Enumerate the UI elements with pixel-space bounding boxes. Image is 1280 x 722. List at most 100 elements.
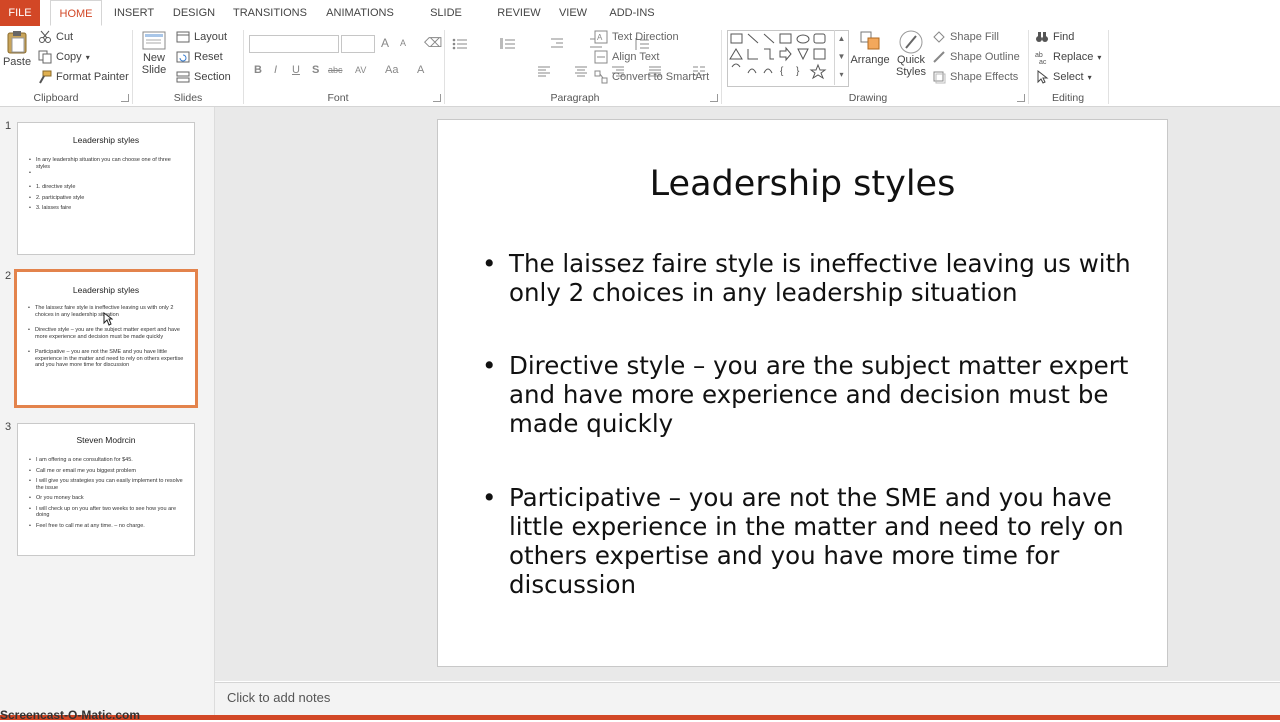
bullet-dot-icon: •	[482, 351, 497, 380]
gallery-scroll[interactable]: ▲ ▼ ▾	[834, 30, 848, 85]
slide-title[interactable]: Leadership styles	[438, 164, 1167, 204]
tab-file[interactable]: FILE	[0, 0, 40, 26]
slide-bullet[interactable]: • Participative – you are not the SME an…	[482, 483, 1149, 599]
copy-icon	[38, 50, 52, 64]
align-left-icon[interactable]	[537, 64, 551, 78]
slide-thumbnail-3[interactable]: Steven Modrcin I am offering a one consu…	[17, 423, 195, 556]
new-slide-button[interactable]: New Slide	[139, 30, 169, 76]
thumbnail-bullet: I am offering a one consultation for $45…	[29, 457, 186, 464]
shape-effects-label: Shape Effects	[950, 71, 1019, 83]
smartart-icon	[594, 70, 608, 84]
tab-home[interactable]: HOME	[50, 0, 102, 26]
format-painter-button[interactable]: Format Painter	[38, 70, 129, 84]
slide-bullet[interactable]: • Directive style – you are the subject …	[482, 351, 1149, 438]
decrease-indent-icon[interactable]	[550, 37, 564, 51]
mouse-cursor-icon	[103, 312, 114, 329]
text-direction-button[interactable]: A Text Direction	[594, 30, 679, 44]
layout-label: Layout	[194, 31, 228, 43]
section-button[interactable]: Section	[176, 70, 231, 84]
character-spacing-button[interactable]: AV	[355, 65, 366, 75]
notes-pane[interactable]: Click to add notes	[215, 682, 1280, 716]
align-text-button[interactable]: Align Text	[594, 50, 660, 64]
tab-slide-show[interactable]: SLIDE SHOW	[412, 0, 480, 45]
paragraph-launcher-icon[interactable]	[710, 94, 718, 102]
clipboard-launcher-icon[interactable]	[121, 94, 129, 102]
text-direction-icon: A	[594, 30, 608, 44]
shapes-gallery[interactable]: {}	[727, 30, 849, 87]
svg-text:}: }	[796, 66, 800, 77]
notes-placeholder[interactable]: Click to add notes	[227, 690, 330, 705]
bold-button[interactable]: B	[254, 64, 262, 76]
svg-text:A: A	[597, 33, 603, 42]
convert-smartart-label: Convert to SmartArt	[612, 71, 710, 83]
shape-effects-button[interactable]: Shape Effects	[932, 70, 1018, 84]
replace-button[interactable]: ab ac Replace ▾	[1035, 50, 1101, 66]
slide-thumbnails-pane[interactable]: 1 Leadership styles In any leadership si…	[0, 107, 215, 715]
new-slide-label-2: Slide	[141, 64, 167, 76]
slide-thumbnail-1[interactable]: Leadership styles In any leadership situ…	[17, 122, 195, 255]
current-slide[interactable]: Leadership styles • The laissez faire st…	[437, 119, 1168, 667]
paste-button[interactable]: Paste	[3, 30, 31, 68]
change-case-button[interactable]: Aa	[385, 64, 398, 76]
bullet-dot-icon: •	[482, 483, 497, 512]
thumbnail-bullet: I will give you strategies you can easil…	[29, 478, 186, 491]
status-bar	[0, 715, 1280, 720]
italic-button[interactable]: I	[274, 64, 277, 76]
thumbnail-bullet: Participative – you are not the SME and …	[28, 349, 187, 369]
select-button[interactable]: Select ▾	[1035, 69, 1092, 84]
tab-view[interactable]: VIEW	[556, 0, 590, 26]
thumbnail-bullet: Or you money back	[29, 495, 186, 502]
dropdown-arrow-icon: ▾	[1087, 72, 1092, 82]
quick-styles-button[interactable]: Quick Styles	[893, 30, 929, 78]
reset-button[interactable]: Reset	[176, 50, 223, 64]
cut-button[interactable]: Cut	[38, 30, 73, 44]
arrange-label: Arrange	[850, 54, 890, 66]
shrink-font-icon[interactable]: A	[400, 38, 406, 48]
grow-font-icon[interactable]: A	[381, 36, 389, 50]
shadow-button[interactable]: S	[312, 64, 319, 76]
svg-text:ab: ab	[1035, 52, 1043, 59]
convert-smartart-button[interactable]: Convert to SmartArt	[594, 70, 709, 84]
cut-label: Cut	[56, 31, 74, 43]
font-size-field[interactable]	[341, 35, 375, 53]
section-label: Section	[194, 71, 231, 83]
clear-formatting-icon[interactable]: ⌫	[424, 35, 442, 51]
align-center-icon[interactable]	[574, 64, 588, 78]
pencil-icon	[932, 50, 946, 64]
replace-icon: ab ac	[1035, 50, 1049, 66]
thumbnail-bullet: 2. participative style	[29, 195, 186, 202]
font-launcher-icon[interactable]	[433, 94, 441, 102]
numbering-icon[interactable]	[500, 37, 516, 51]
tab-design[interactable]: DESIGN	[170, 0, 218, 26]
strikethrough-button[interactable]: abc	[328, 65, 343, 75]
arrange-button[interactable]: Arrange	[850, 30, 890, 66]
tab-review[interactable]: REVIEW	[495, 0, 543, 26]
quick-styles-icon	[898, 30, 924, 54]
slide-bullet[interactable]: • The laissez faire style is ineffective…	[482, 249, 1149, 307]
tab-add-ins[interactable]: ADD-INS	[604, 0, 660, 26]
drawing-launcher-icon[interactable]	[1017, 94, 1025, 102]
thumbnail-bullet: In any leadership situation you can choo…	[29, 157, 186, 170]
paint-bucket-icon	[932, 30, 946, 44]
find-button[interactable]: Find	[1035, 30, 1074, 44]
copy-button[interactable]: Copy ▾	[38, 50, 90, 64]
tab-animations[interactable]: ANIMATIONS	[322, 0, 398, 26]
layout-button[interactable]: Layout	[176, 30, 227, 44]
font-name-field[interactable]	[249, 35, 339, 53]
font-color-button[interactable]: A	[417, 64, 424, 76]
shape-fill-button[interactable]: Shape Fill	[932, 30, 999, 44]
shape-fill-label: Shape Fill	[950, 31, 999, 43]
cursor-icon	[1035, 69, 1049, 84]
thumbnail-bullet: Feel free to call me at any time. – no c…	[29, 523, 186, 530]
quick-styles-label-1: Quick	[896, 54, 926, 66]
select-label: Select	[1053, 71, 1084, 83]
tab-transitions[interactable]: TRANSITIONS	[232, 0, 308, 26]
shape-outline-button[interactable]: Shape Outline	[932, 50, 1020, 64]
underline-button[interactable]: U	[292, 64, 300, 76]
slide-thumbnail-2[interactable]: Leadership styles The laissez faire styl…	[14, 269, 198, 408]
reset-label: Reset	[194, 51, 223, 63]
bullets-icon[interactable]	[452, 37, 467, 51]
svg-text:ac: ac	[1039, 59, 1047, 64]
tab-insert[interactable]: INSERT	[112, 0, 156, 26]
paste-label: Paste	[2, 56, 32, 68]
